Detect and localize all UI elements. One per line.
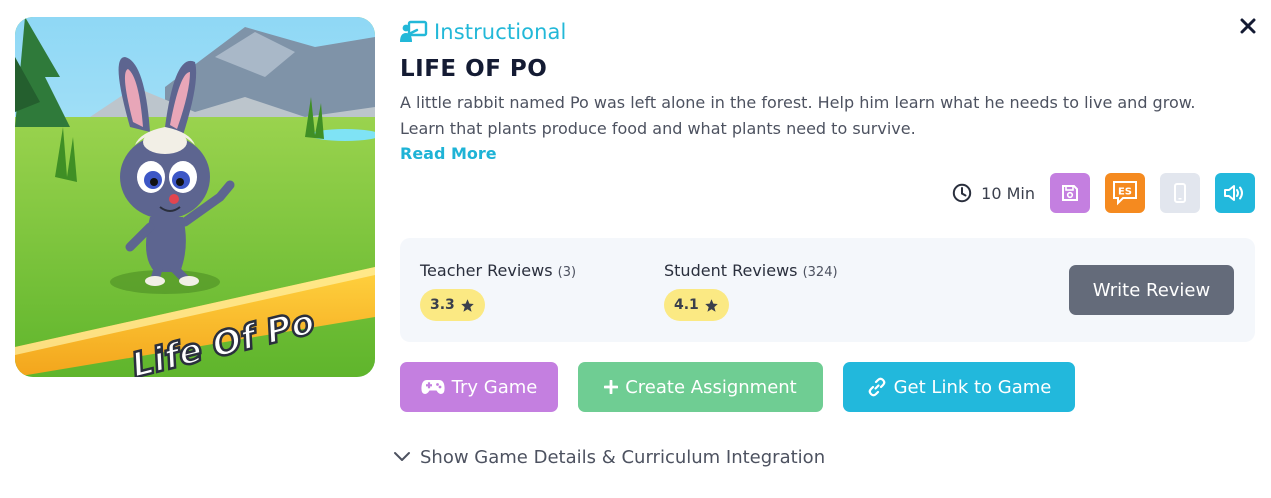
teacher-rating-value: 3.3 xyxy=(430,297,455,313)
get-link-label: Get Link to Game xyxy=(893,376,1052,398)
star-icon xyxy=(705,298,718,312)
chevron-down-icon xyxy=(394,452,410,461)
game-details-toggle[interactable]: Show Game Details & Curriculum Integrati… xyxy=(392,443,825,471)
feature-mobile-badge xyxy=(1160,173,1200,213)
student-rating-value: 4.1 xyxy=(674,297,699,313)
mobile-device-icon xyxy=(1174,183,1186,203)
instructional-icon xyxy=(400,20,428,42)
feature-spanish-badge: ES xyxy=(1105,173,1145,213)
game-thumbnail: Life Of Po xyxy=(15,17,375,377)
gamepad-icon xyxy=(421,380,445,394)
teacher-reviews-heading[interactable]: Teacher Reviews (3) xyxy=(420,261,576,280)
clock-icon xyxy=(952,183,972,203)
student-reviews-count: (324) xyxy=(802,265,838,280)
reviews-panel: Teacher Reviews (3) 3.3 Student Reviews … xyxy=(400,238,1255,342)
plus-icon xyxy=(604,380,619,394)
teacher-reviews-label: Teacher Reviews xyxy=(420,261,553,280)
try-game-label: Try Game xyxy=(451,376,538,398)
student-reviews: Student Reviews (324) 4.1 xyxy=(664,261,838,321)
category-label: Instructional xyxy=(434,20,567,44)
close-icon xyxy=(1240,18,1256,34)
student-reviews-heading[interactable]: Student Reviews (324) xyxy=(664,261,838,280)
student-rating-badge: 4.1 xyxy=(664,289,729,321)
game-meta-row: 10 Min ES xyxy=(952,173,1255,213)
feature-audio-badge xyxy=(1215,173,1255,213)
game-details-label: Show Game Details & Curriculum Integrati… xyxy=(420,446,826,468)
try-game-button[interactable]: Try Game xyxy=(400,362,558,412)
create-assignment-label: Create Assignment xyxy=(625,376,797,398)
teacher-reviews: Teacher Reviews (3) 3.3 xyxy=(420,261,576,321)
save-icon xyxy=(1062,185,1078,201)
game-thumbnail-art: Life Of Po xyxy=(15,17,375,377)
close-button[interactable] xyxy=(1236,14,1260,38)
feature-save-badge xyxy=(1050,173,1090,213)
game-description: A little rabbit named Po was left alone … xyxy=(400,93,1196,138)
student-reviews-label: Student Reviews xyxy=(664,261,798,280)
game-category: Instructional xyxy=(400,18,566,46)
star-icon xyxy=(461,298,474,312)
link-icon xyxy=(868,377,885,397)
spanish-es-label: ES xyxy=(1118,187,1132,198)
duration-label: 10 Min xyxy=(981,183,1035,203)
read-more-link[interactable]: Read More xyxy=(400,144,497,163)
spanish-es-icon: ES xyxy=(1113,181,1137,206)
write-review-button[interactable]: Write Review xyxy=(1069,265,1234,315)
teacher-rating-badge: 3.3 xyxy=(420,289,485,321)
get-link-button[interactable]: Get Link to Game xyxy=(843,362,1075,412)
create-assignment-button[interactable]: Create Assignment xyxy=(578,362,823,412)
audio-speaker-icon xyxy=(1224,185,1243,201)
game-title: LIFE OF PO xyxy=(400,56,548,82)
duration: 10 Min xyxy=(952,183,1035,203)
teacher-reviews-count: (3) xyxy=(557,265,577,280)
